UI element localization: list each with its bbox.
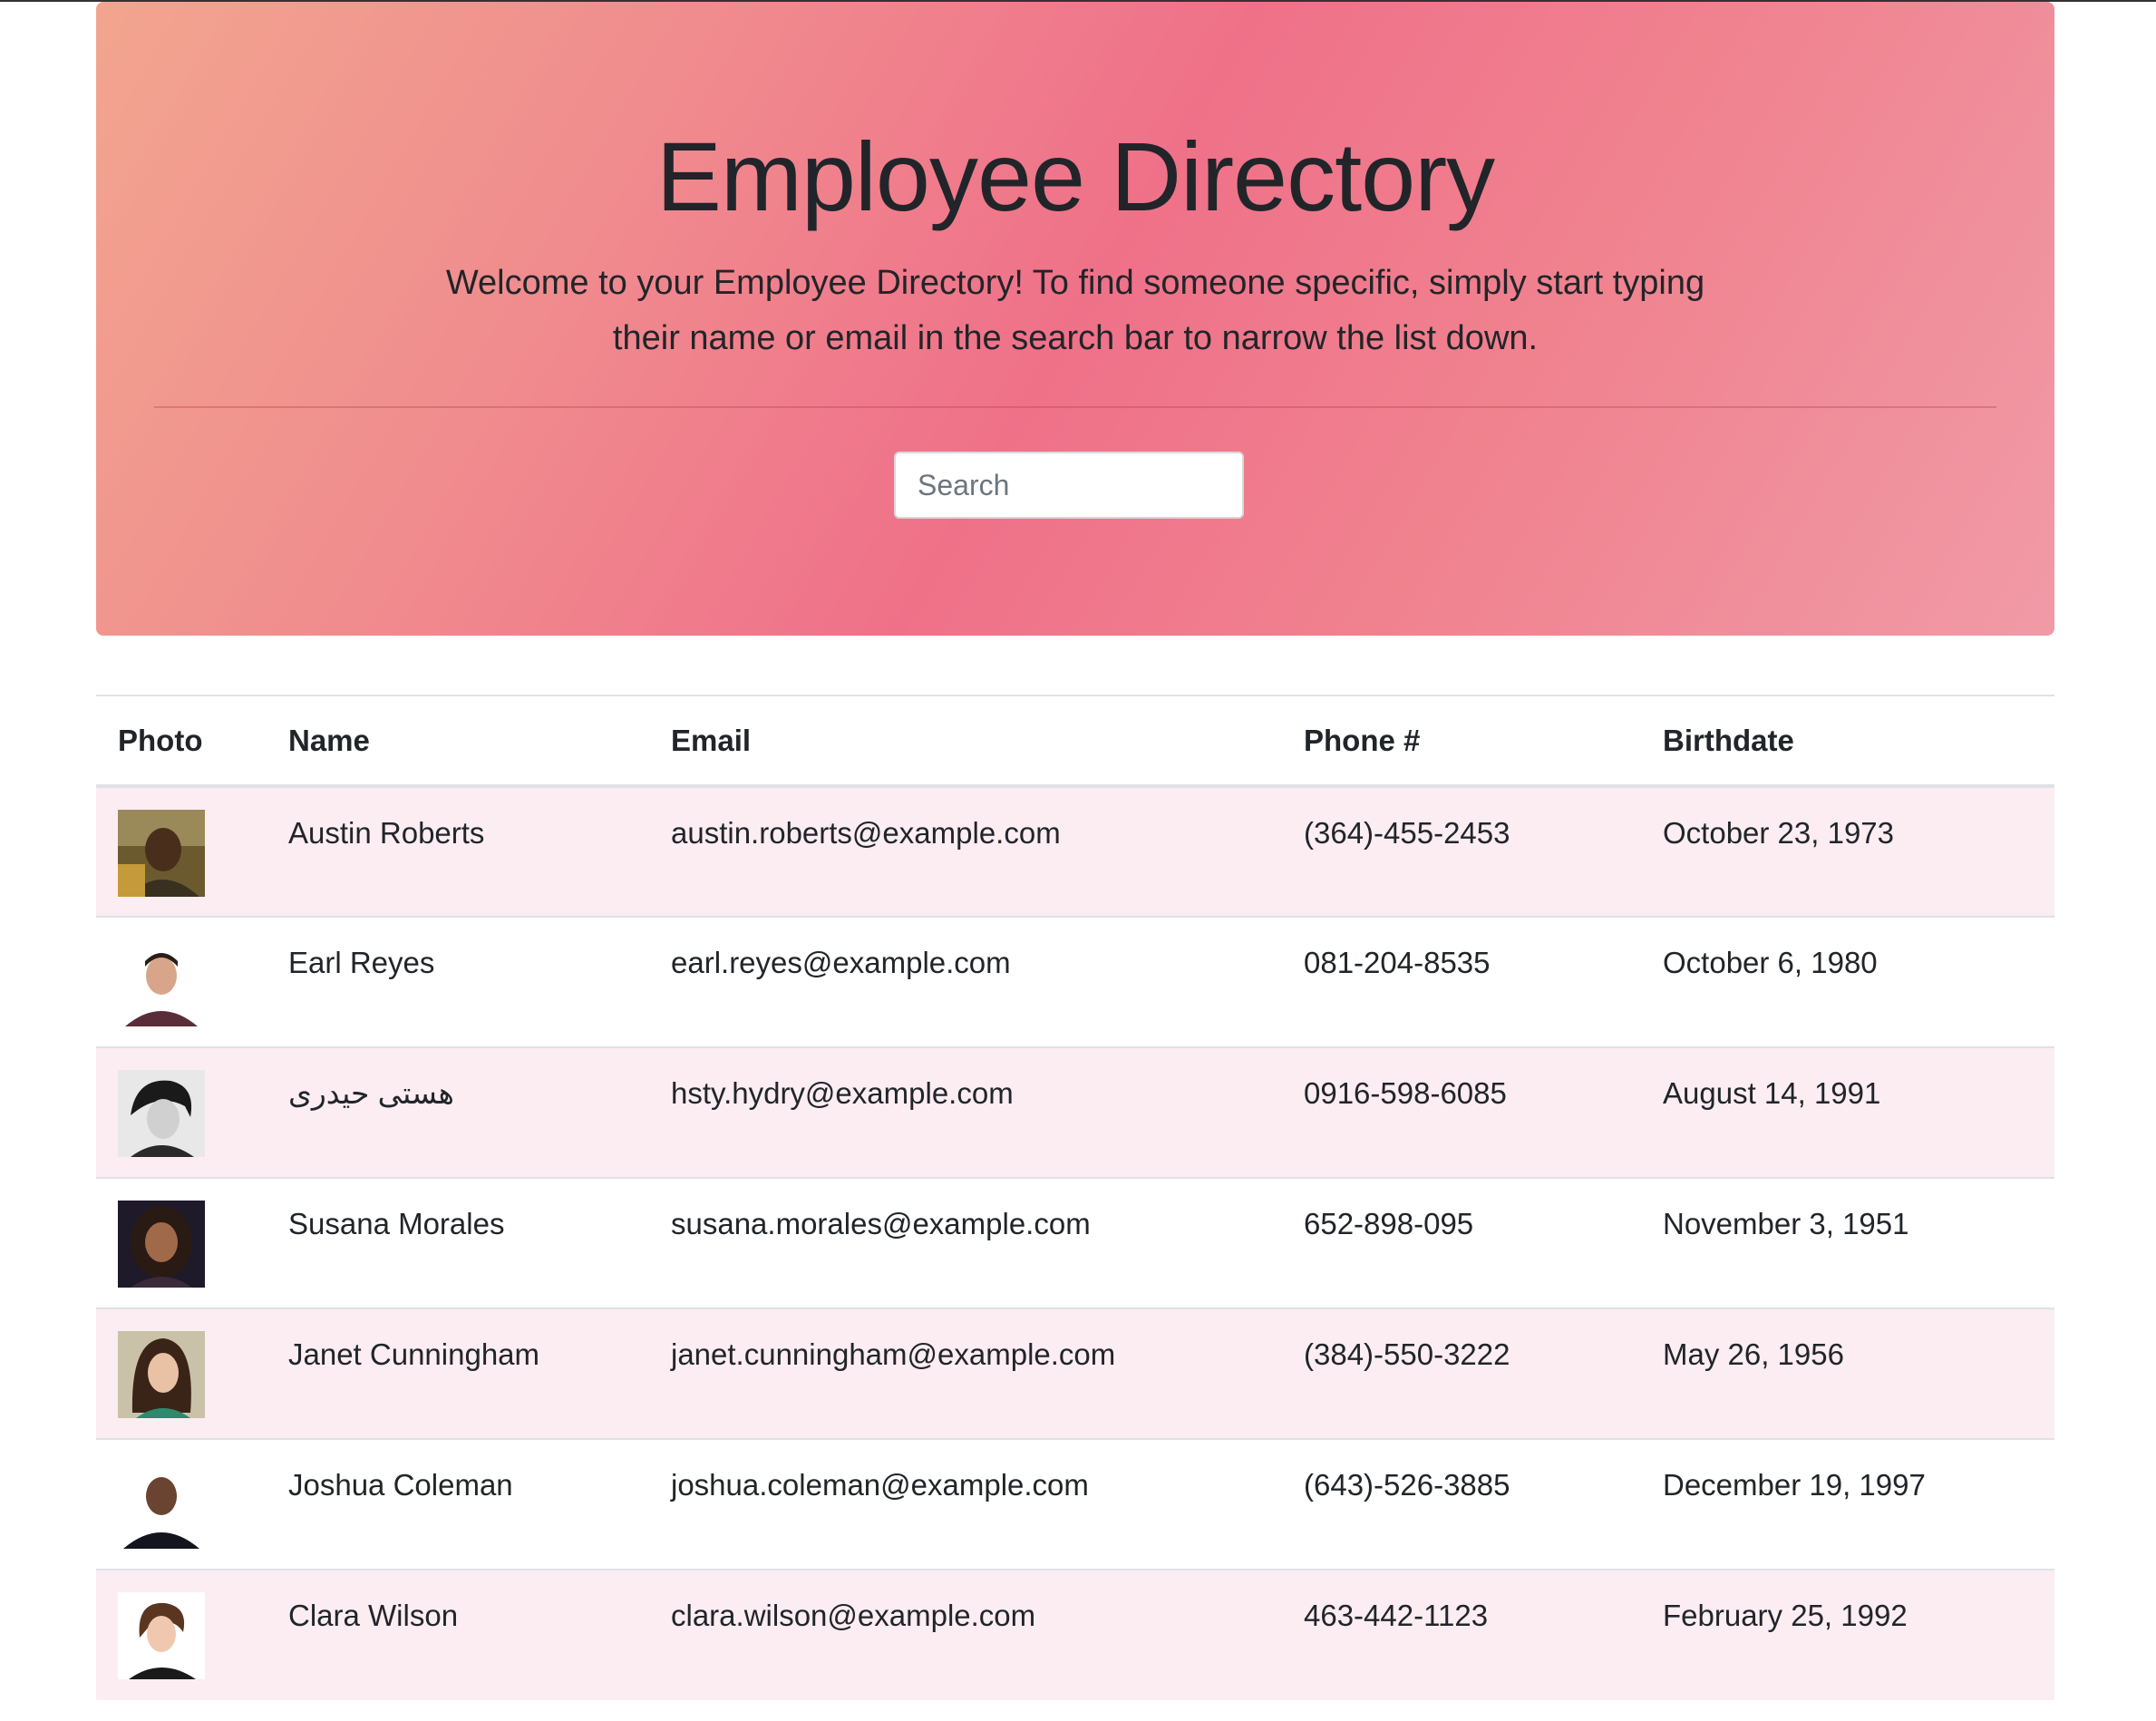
employee-email: joshua.coleman@example.com <box>671 1468 1089 1502</box>
email-cell: clara.wilson@example.com <box>649 1569 1282 1700</box>
photo-cell <box>96 1177 267 1308</box>
table-row: Janet Cunningham janet.cunningham@exampl… <box>96 1308 2054 1439</box>
employee-phone: (384)-550-3222 <box>1304 1337 1510 1371</box>
column-header-email[interactable]: Email <box>649 695 1282 788</box>
avatar <box>118 1331 205 1418</box>
photo-cell <box>96 785 267 917</box>
employee-birthdate: November 3, 1951 <box>1663 1207 1909 1240</box>
name-cell: Austin Roberts <box>267 785 649 917</box>
employee-birthdate: December 19, 1997 <box>1663 1468 1926 1502</box>
employee-phone: 463-442-1123 <box>1304 1599 1489 1632</box>
birthdate-cell: February 25, 1992 <box>1641 1569 2054 1700</box>
employee-email: hsty.hydry@example.com <box>671 1076 1014 1110</box>
photo-cell <box>96 1569 267 1700</box>
phone-cell: 081-204-8535 <box>1282 916 1641 1047</box>
employee-name: Joshua Coleman <box>288 1468 513 1502</box>
header-divider <box>154 406 1996 408</box>
photo-cell <box>96 1308 267 1439</box>
column-header-name[interactable]: Name <box>267 695 649 788</box>
avatar <box>118 810 205 897</box>
table-row: هستی حیدری hsty.hydry@example.com 0916-5… <box>96 1046 2054 1178</box>
table-row: Joshua Coleman joshua.coleman@example.co… <box>96 1438 2054 1570</box>
birthdate-cell: November 3, 1951 <box>1641 1177 2054 1308</box>
name-cell: Susana Morales <box>267 1177 649 1308</box>
employee-phone: 0916-598-6085 <box>1304 1076 1507 1110</box>
phone-cell: (643)-526-3885 <box>1282 1438 1641 1570</box>
page-container: Employee Directory Welcome to your Emplo… <box>96 2 2054 1700</box>
phone-cell: (364)-455-2453 <box>1282 785 1641 917</box>
employee-name: Austin Roberts <box>288 816 485 850</box>
employee-email: austin.roberts@example.com <box>671 816 1061 850</box>
employee-birthdate: February 25, 1992 <box>1663 1599 1908 1632</box>
intro-text: Welcome to your Employee Directory! To f… <box>445 264 1705 357</box>
phone-cell: 0916-598-6085 <box>1282 1046 1641 1178</box>
avatar <box>118 1462 205 1549</box>
email-cell: austin.roberts@example.com <box>649 785 1282 917</box>
birthdate-cell: October 23, 1973 <box>1641 785 2054 917</box>
avatar <box>118 1201 205 1288</box>
birthdate-cell: May 26, 1956 <box>1641 1308 2054 1439</box>
employee-name: Susana Morales <box>288 1207 505 1240</box>
photo-cell <box>96 1046 267 1178</box>
page-title: Employee Directory <box>656 122 1495 231</box>
employee-phone: 652-898-095 <box>1304 1207 1474 1240</box>
table-body: Austin Roberts austin.roberts@example.co… <box>96 785 2054 1700</box>
email-cell: janet.cunningham@example.com <box>649 1308 1282 1439</box>
phone-cell: 463-442-1123 <box>1282 1569 1641 1700</box>
employee-birthdate: May 26, 1956 <box>1663 1337 1844 1371</box>
table-row: Austin Roberts austin.roberts@example.co… <box>96 785 2054 917</box>
name-cell: Janet Cunningham <box>267 1308 649 1439</box>
employee-phone: 081-204-8535 <box>1304 946 1491 979</box>
name-cell: Joshua Coleman <box>267 1438 649 1570</box>
email-cell: susana.morales@example.com <box>649 1177 1282 1308</box>
employee-birthdate: August 14, 1991 <box>1663 1076 1881 1110</box>
employee-name: هستی حیدری <box>288 1076 454 1110</box>
employee-phone: (643)-526-3885 <box>1304 1468 1510 1502</box>
employee-name: Earl Reyes <box>288 946 435 979</box>
column-header-birthdate[interactable]: Birthdate <box>1641 695 2054 788</box>
photo-cell <box>96 916 267 1047</box>
email-cell: hsty.hydry@example.com <box>649 1046 1282 1178</box>
table-row: Clara Wilson clara.wilson@example.com 46… <box>96 1569 2054 1700</box>
employee-email: susana.morales@example.com <box>671 1207 1091 1240</box>
employee-name: Janet Cunningham <box>288 1337 540 1371</box>
phone-cell: (384)-550-3222 <box>1282 1308 1641 1439</box>
table-row: Susana Morales susana.morales@example.co… <box>96 1177 2054 1308</box>
table-header-row: Photo Name Email Phone # Birthdate <box>96 695 2054 788</box>
email-cell: joshua.coleman@example.com <box>649 1438 1282 1570</box>
table-header: Photo Name Email Phone # Birthdate <box>96 695 2054 788</box>
avatar <box>118 1070 205 1157</box>
avatar <box>118 1592 205 1679</box>
employee-phone: (364)-455-2453 <box>1304 816 1510 850</box>
employee-birthdate: October 6, 1980 <box>1663 946 1878 979</box>
search-input[interactable] <box>894 452 1244 519</box>
name-cell: هستی حیدری <box>267 1046 649 1178</box>
employee-email: earl.reyes@example.com <box>671 946 1011 979</box>
employee-email: clara.wilson@example.com <box>671 1599 1036 1632</box>
photo-cell <box>96 1438 267 1570</box>
birthdate-cell: August 14, 1991 <box>1641 1046 2054 1178</box>
header-banner: Employee Directory Welcome to your Emplo… <box>96 2 2054 636</box>
name-cell: Clara Wilson <box>267 1569 649 1700</box>
employee-email: janet.cunningham@example.com <box>671 1337 1116 1371</box>
phone-cell: 652-898-095 <box>1282 1177 1641 1308</box>
birthdate-cell: December 19, 1997 <box>1641 1438 2054 1570</box>
table-row: Earl Reyes earl.reyes@example.com 081-20… <box>96 916 2054 1047</box>
email-cell: earl.reyes@example.com <box>649 916 1282 1047</box>
employee-birthdate: October 23, 1973 <box>1663 816 1895 850</box>
employee-table: Photo Name Email Phone # Birthdate Austi… <box>96 695 2054 1700</box>
column-header-phone[interactable]: Phone # <box>1282 695 1641 788</box>
column-header-photo[interactable]: Photo <box>96 695 267 788</box>
birthdate-cell: October 6, 1980 <box>1641 916 2054 1047</box>
name-cell: Earl Reyes <box>267 916 649 1047</box>
avatar <box>118 939 205 1026</box>
employee-name: Clara Wilson <box>288 1599 459 1632</box>
